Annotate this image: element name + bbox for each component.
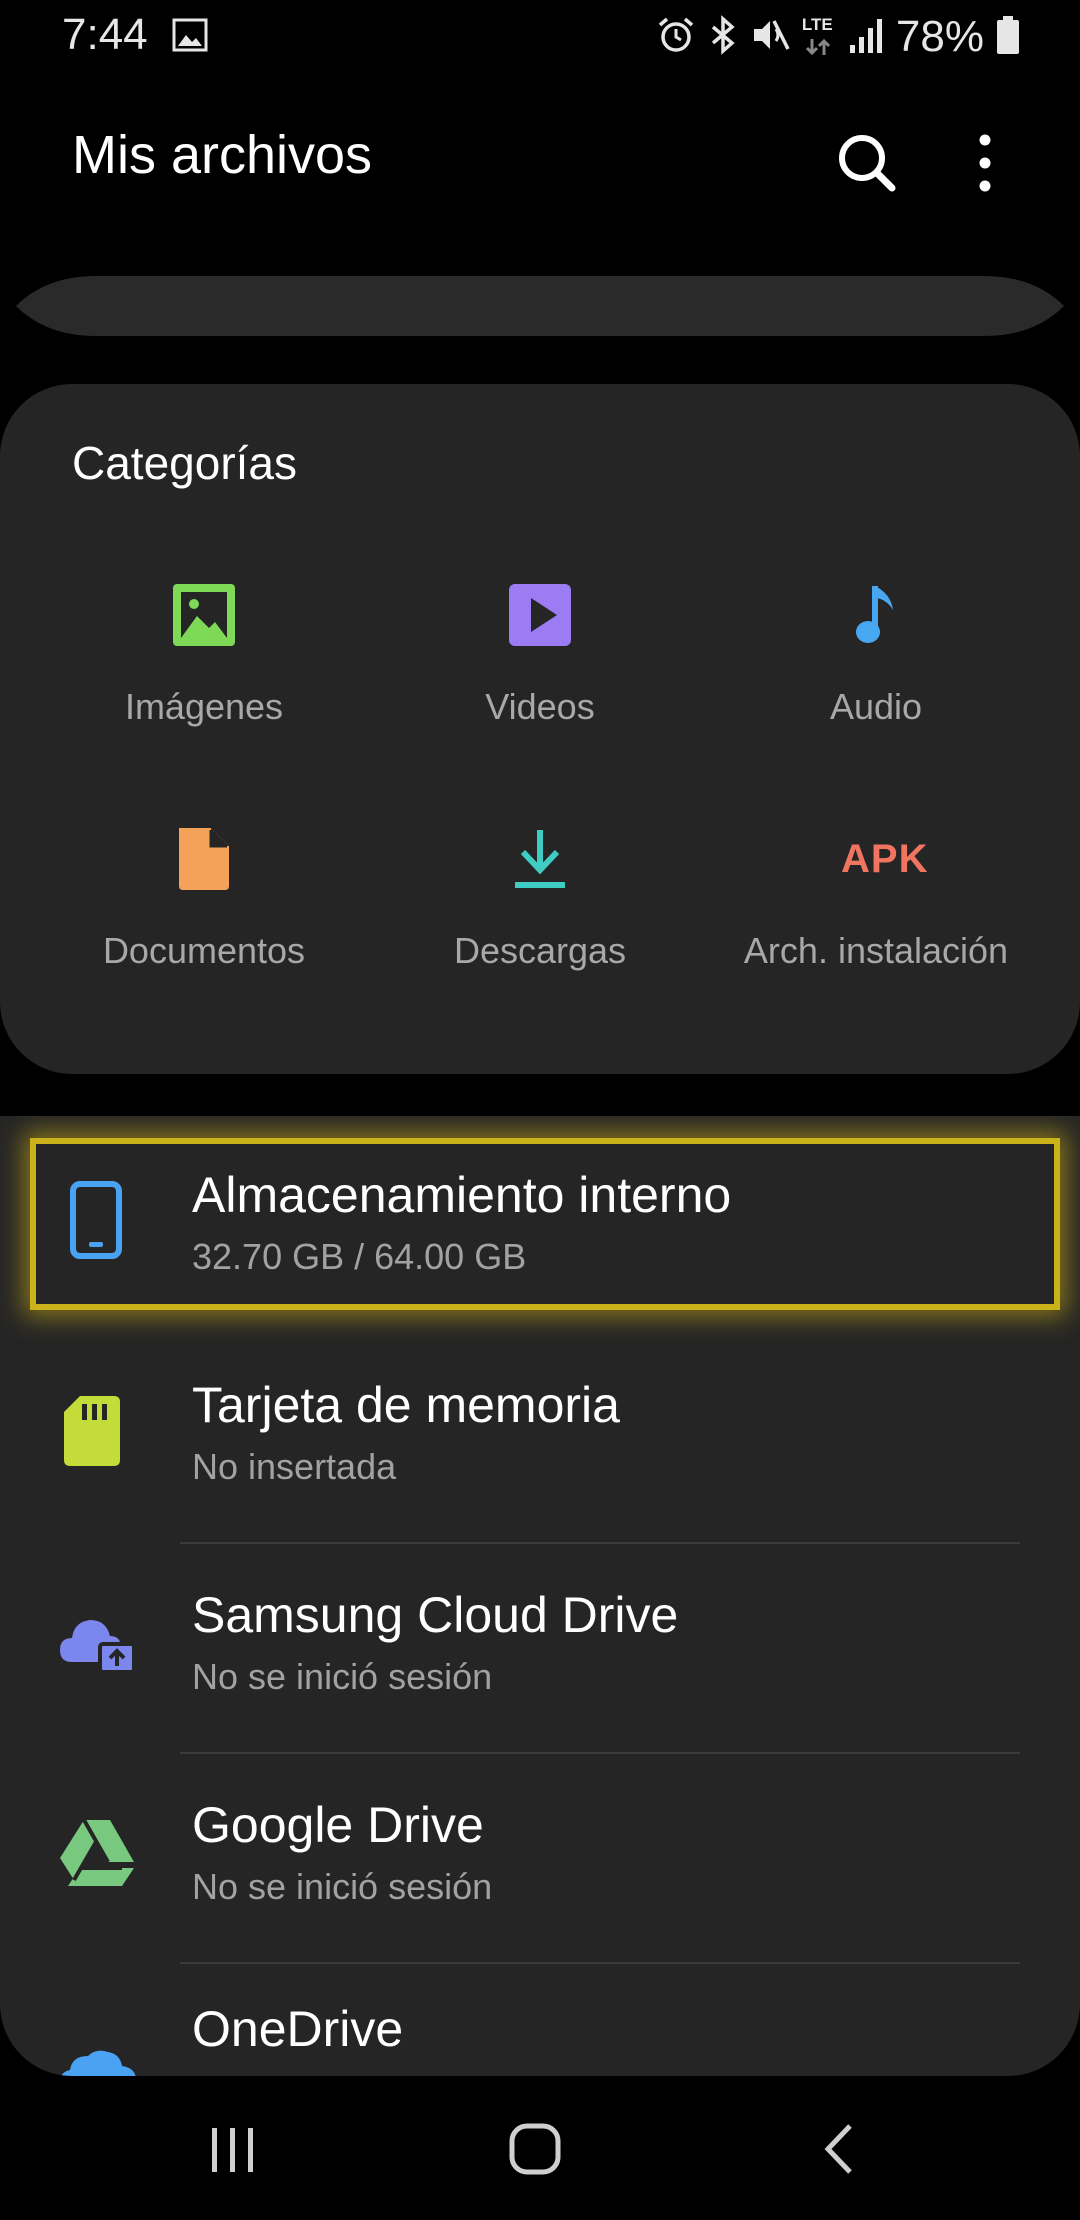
- item-title: Samsung Cloud Drive: [192, 1587, 679, 1643]
- category-install-files[interactable]: APK Arch. instalación: [708, 824, 1044, 1024]
- category-label: Documentos: [102, 930, 306, 971]
- list-item-memory-card[interactable]: Tarjeta de memoria No insertada: [0, 1326, 1080, 1536]
- video-icon: [505, 580, 575, 650]
- download-icon: [505, 824, 575, 894]
- phone-icon: [58, 1180, 138, 1260]
- battery-icon: [996, 15, 1020, 60]
- app-bar: Mis archivos: [0, 110, 1080, 210]
- categories-card: Categorías Imágenes Videos Audio Documen…: [0, 384, 1080, 1074]
- category-audio[interactable]: Audio: [708, 580, 1044, 780]
- signal-icon: [848, 15, 884, 60]
- item-subtitle: No se inició sesión: [192, 1866, 493, 1907]
- navigation-bar: [0, 2076, 1080, 2220]
- search-button[interactable]: [832, 128, 902, 198]
- list-item-samsung-cloud[interactable]: Samsung Cloud Drive No se inició sesión: [0, 1536, 1080, 1746]
- list-item-onedrive[interactable]: OneDrive: [0, 1956, 1080, 2076]
- back-icon: [804, 2124, 874, 2188]
- item-subtitle: No insertada: [192, 1446, 397, 1487]
- audio-icon: [841, 580, 911, 650]
- categories-title: Categorías: [72, 437, 298, 489]
- google-drive-icon: [58, 1810, 138, 1890]
- apk-icon: APK: [841, 837, 929, 881]
- item-subtitle: 32.70 GB / 64.00 GB: [192, 1236, 527, 1277]
- alarm-icon: [656, 15, 696, 60]
- list-item-internal-storage[interactable]: Almacenamiento interno 32.70 GB / 64.00 …: [0, 1116, 1080, 1326]
- category-label: Descargas: [453, 930, 627, 971]
- bluetooth-icon: [708, 14, 738, 60]
- status-icons: LTE 78%: [656, 12, 1020, 62]
- category-label: Audio: [829, 686, 923, 727]
- category-label: Videos: [485, 686, 595, 727]
- search-icon: [832, 135, 902, 202]
- mute-icon: [750, 15, 790, 60]
- category-downloads[interactable]: Descargas: [372, 824, 708, 1024]
- recents-button[interactable]: [198, 2114, 268, 2184]
- home-icon: [500, 2123, 570, 2188]
- recent-files-panel: [16, 276, 1064, 336]
- highlight-frame: [30, 1138, 1060, 1310]
- category-videos[interactable]: Videos: [372, 580, 708, 780]
- back-button[interactable]: [804, 2114, 874, 2184]
- category-documents[interactable]: Documentos: [36, 824, 372, 1024]
- cloud-upload-icon: [58, 1600, 138, 1680]
- item-title: Almacenamiento interno: [192, 1167, 732, 1223]
- more-options-button[interactable]: [960, 128, 1010, 198]
- category-label: Imágenes: [124, 686, 284, 727]
- home-button[interactable]: [500, 2114, 570, 2184]
- page-title: Mis archivos: [72, 125, 373, 185]
- onedrive-icon: [58, 2020, 138, 2076]
- image-icon: [172, 18, 208, 57]
- status-bar: 7:44 LTE 78%: [0, 0, 1080, 70]
- more-options-icon: [960, 134, 1010, 202]
- category-label: Arch. instalación: [743, 930, 1009, 971]
- lte-icon: LTE: [802, 15, 836, 59]
- battery-percent: 78%: [895, 12, 984, 61]
- recents-icon: [198, 2128, 268, 2188]
- images-icon: [169, 580, 239, 650]
- document-icon: [169, 824, 239, 894]
- sd-card-icon: [58, 1390, 138, 1470]
- item-subtitle: No se inició sesión: [192, 1656, 493, 1697]
- list-item-google-drive[interactable]: Google Drive No se inició sesión: [0, 1746, 1080, 1956]
- status-time: 7:44: [62, 10, 148, 59]
- storage-list: Almacenamiento interno 32.70 GB / 64.00 …: [0, 1116, 1080, 2076]
- item-title: OneDrive: [192, 2001, 404, 2057]
- item-title: Google Drive: [192, 1797, 484, 1853]
- item-title: Tarjeta de memoria: [192, 1377, 620, 1433]
- category-images[interactable]: Imágenes: [36, 580, 372, 780]
